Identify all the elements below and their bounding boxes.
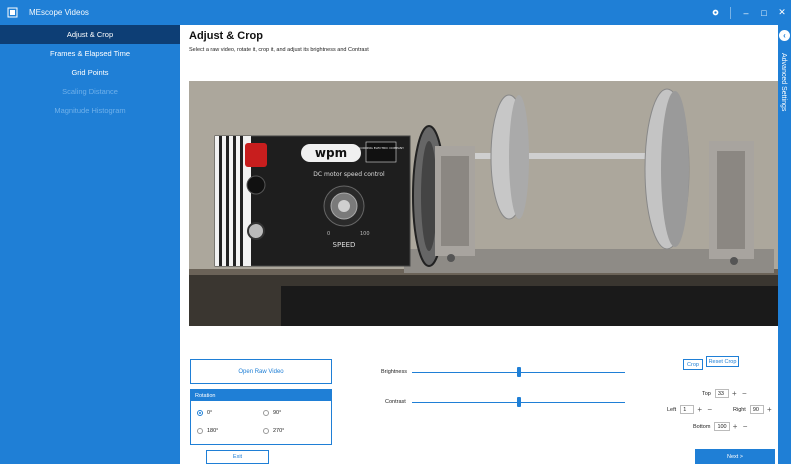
sidebar-item-magnitude-histogram: Magnitude Histogram [0, 101, 180, 120]
crop-bottom-input[interactable]: 100 [714, 422, 730, 431]
meter-caption-text: DC motor speed control [313, 171, 385, 178]
knob-min-label: 0 [327, 231, 330, 237]
minus-icon: − [742, 422, 748, 431]
crop-right-stepper: Right 90 + [733, 405, 774, 414]
brightness-label: Brightness [381, 369, 407, 375]
crop-top-increment-button[interactable]: + [730, 389, 739, 398]
sidebar-item-adjust-crop[interactable]: Adjust & Crop [0, 25, 180, 44]
radio-checked-icon [197, 410, 203, 416]
video-frame-image: wpm GOODING ELECTRIC COMPANY DC motor sp… [189, 81, 778, 326]
crop-bottom-stepper: Bottom 100 + − [693, 422, 750, 431]
advanced-settings-strip[interactable]: ‹ Advanced Settings [778, 25, 791, 464]
minimize-icon: – [743, 7, 749, 18]
close-button[interactable]: ✕ [773, 0, 791, 25]
title-bar: MEscope Videos – □ ✕ [0, 0, 791, 25]
contrast-slider-thumb[interactable] [516, 397, 521, 407]
radio-icon [263, 428, 269, 434]
sidebar-item-label: Frames & Elapsed Time [49, 49, 131, 58]
crop-left-increment-button[interactable]: + [695, 405, 704, 414]
exit-button[interactable]: Exit [206, 450, 269, 464]
rotation-option-label: 270° [273, 428, 285, 434]
crop-bottom-increment-button[interactable]: + [731, 422, 740, 431]
crop-bottom-label: Bottom [693, 423, 711, 430]
crop-top-decrement-button[interactable]: − [740, 389, 749, 398]
plus-icon: + [697, 405, 703, 414]
next-button[interactable]: Next > [695, 449, 775, 464]
radio-icon [197, 428, 203, 434]
rotation-group: Rotation 0° 90° 180° 270° [190, 389, 332, 445]
brightness-slider-thumb[interactable] [516, 367, 521, 377]
rotation-option-label: 180° [207, 428, 219, 434]
main-panel: Adjust & Crop Select a raw video, rotate… [181, 25, 778, 464]
knob-max-label: 100 [360, 231, 370, 237]
crop-left-decrement-button[interactable]: − [705, 405, 714, 414]
window-controls: – □ ✕ [706, 0, 791, 25]
rotation-option-180[interactable]: 180° [197, 428, 218, 434]
crop-left-label: Left [667, 406, 677, 413]
advanced-settings-label: Advanced Settings [780, 53, 787, 112]
rotation-option-90[interactable]: 90° [263, 410, 281, 416]
crop-right-input[interactable]: 90 [749, 405, 764, 414]
meter-brand-text: wpm [315, 146, 347, 160]
rotation-option-label: 90° [273, 410, 282, 416]
maximize-button[interactable]: □ [755, 0, 773, 25]
app-icon [7, 7, 18, 18]
sidebar-item-label: Adjust & Crop [66, 30, 114, 39]
app-window: MEscope Videos – □ ✕ Adjust & Crop Frame… [0, 0, 791, 464]
open-raw-video-button[interactable]: Open Raw Video [190, 359, 332, 384]
sidebar-item-frames-elapsed-time[interactable]: Frames & Elapsed Time [0, 44, 180, 63]
sidebar-item-label: Scaling Distance [62, 87, 118, 96]
crop-right-increment-button[interactable]: + [765, 405, 774, 414]
gear-icon [712, 9, 718, 16]
crop-button[interactable]: Crop [683, 359, 703, 370]
crop-top-stepper: Top 33 + − [702, 389, 749, 398]
sidebar-item-label: Magnitude Histogram [54, 106, 126, 115]
plus-icon: + [732, 389, 737, 398]
rotation-option-270[interactable]: 270° [263, 428, 284, 434]
crop-left-input[interactable]: 1 [680, 405, 695, 414]
close-icon: ✕ [778, 7, 786, 17]
rotation-header: Rotation [191, 390, 331, 401]
plus-icon: + [767, 405, 772, 414]
contrast-label: Contrast [385, 399, 406, 405]
crop-top-input[interactable]: 33 [714, 389, 729, 398]
arrow-left-icon[interactable]: ‹ [779, 30, 790, 41]
sidebar-item-label: Grid Points [71, 68, 109, 77]
sidebar-item-grid-points[interactable]: Grid Points [0, 63, 180, 82]
crop-left-stepper: Left 1 + − [667, 405, 714, 414]
minus-icon: − [707, 405, 713, 414]
settings-button[interactable] [706, 0, 724, 25]
sidebar-item-scaling-distance: Scaling Distance [0, 82, 180, 101]
sidebar: Adjust & Crop Frames & Elapsed Time Grid… [0, 25, 180, 464]
maximize-icon: □ [761, 7, 767, 18]
video-preview[interactable]: wpm GOODING ELECTRIC COMPANY DC motor sp… [189, 81, 778, 326]
reset-crop-button[interactable]: Reset Crop [706, 356, 739, 367]
titlebar-divider [730, 6, 731, 19]
radio-icon [263, 410, 269, 416]
meter-company-text: GOODING ELECTRIC COMPANY [358, 146, 404, 150]
rotation-option-0[interactable]: 0° [197, 410, 212, 416]
window-title: MEscope Videos [29, 8, 89, 17]
minimize-button[interactable]: – [737, 0, 755, 25]
page-title: Adjust & Crop [189, 30, 263, 42]
crop-top-label: Top [702, 390, 711, 397]
minus-icon: − [742, 389, 747, 398]
rotation-option-label: 0° [207, 410, 213, 416]
crop-right-label: Right [733, 406, 746, 413]
plus-icon: + [732, 422, 738, 431]
crop-bottom-decrement-button[interactable]: − [741, 422, 750, 431]
speed-label: SPEED [333, 241, 356, 249]
page-subtitle: Select a raw video, rotate it, crop it, … [189, 47, 369, 53]
